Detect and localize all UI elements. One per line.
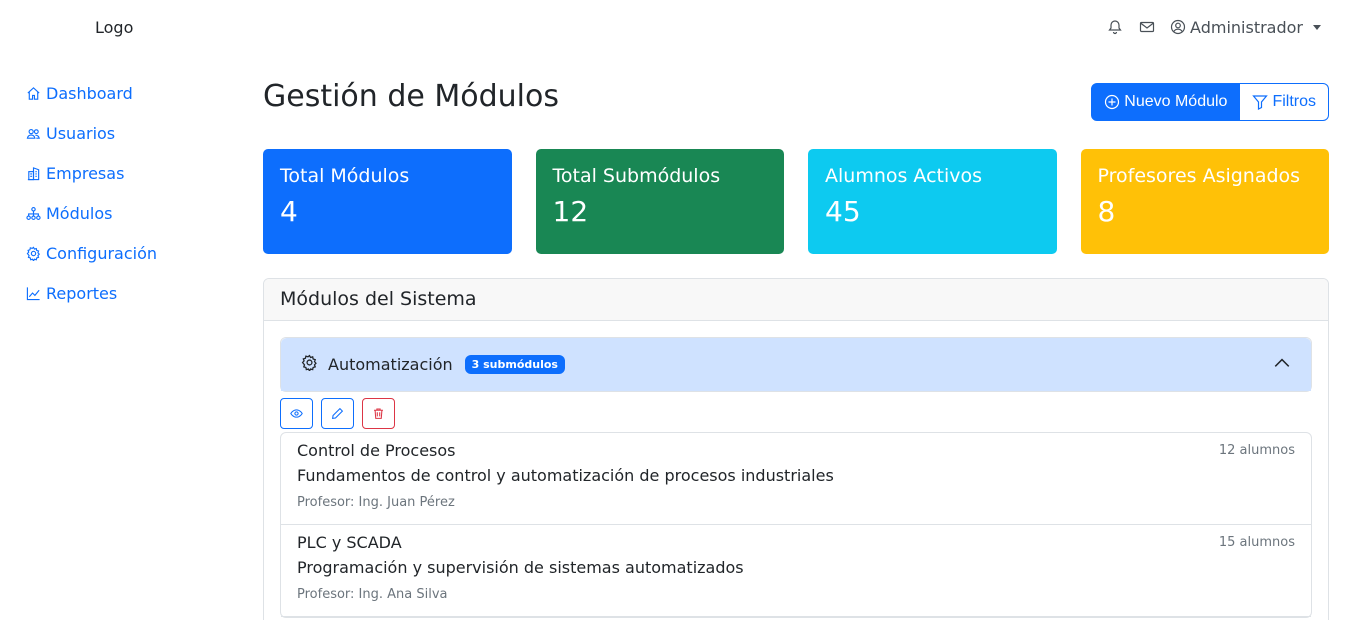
- trash-icon: [374, 408, 383, 419]
- new-module-button[interactable]: Nuevo Módulo: [1091, 83, 1241, 121]
- graph-icon: [26, 286, 40, 300]
- submodule-list: Control de Procesos Fundamentos de contr…: [280, 432, 1312, 618]
- funnel-icon: [1252, 95, 1269, 110]
- filters-button[interactable]: Filtros: [1240, 83, 1329, 121]
- building-icon: [27, 166, 40, 180]
- sidebar-item-dashboard[interactable]: Dashboard: [26, 73, 226, 113]
- stat-value: 4: [280, 195, 298, 228]
- sidebar-item-reportes[interactable]: Reportes: [26, 273, 226, 313]
- submodule-count-badge: 3 submódulos: [464, 355, 565, 374]
- stat-label: Total Submódulos: [552, 165, 721, 187]
- student-count: 12 alumnos: [1218, 443, 1295, 458]
- plus-circle-icon: [1105, 94, 1120, 110]
- user-circle-icon: [1170, 19, 1186, 35]
- sidebar-item-modulos[interactable]: Módulos: [26, 193, 226, 233]
- user-name: Administrador: [1190, 17, 1303, 37]
- view-button[interactable]: [280, 398, 313, 429]
- stats-row: Total Módulos 4 Total Submódulos 12 Alum…: [263, 149, 1329, 254]
- submodule-name: Control de Procesos: [297, 441, 456, 460]
- stat-card-alumnos-activos: Alumnos Activos 45: [808, 149, 1057, 254]
- eye-icon: [290, 409, 303, 418]
- stat-label: Profesores Asignados: [1097, 165, 1301, 187]
- module-actions: [280, 392, 1312, 432]
- logo: Logo: [95, 18, 134, 37]
- gear-icon: [26, 246, 40, 261]
- envelope-icon[interactable]: [1138, 18, 1156, 36]
- submodule-description: Programación y supervisión de sistemas a…: [297, 558, 744, 577]
- sidebar: Dashboard Usuarios Empresas Módulos Conf…: [26, 73, 226, 313]
- sidebar-item-configuracion[interactable]: Configuración: [26, 233, 226, 273]
- house-icon: [27, 86, 40, 100]
- gear-icon: [301, 354, 318, 375]
- modules-card: Módulos del Sistema Automatización 3 sub…: [263, 278, 1329, 620]
- stat-label: Alumnos Activos: [825, 165, 983, 187]
- list-item[interactable]: PLC y SCADA Programación y supervisión d…: [281, 525, 1311, 617]
- stat-card-profesores-asignados: Profesores Asignados 8: [1080, 149, 1329, 254]
- accordion-title: Automatización: [328, 355, 453, 374]
- pencil-icon: [332, 407, 344, 419]
- stat-value: 12: [552, 195, 589, 228]
- users-icon: [26, 128, 40, 139]
- sidebar-item-empresas[interactable]: Empresas: [26, 153, 226, 193]
- page-title: Gestión de Módulos: [263, 79, 559, 114]
- list-item[interactable]: Control de Procesos Fundamentos de contr…: [281, 433, 1311, 525]
- student-count: 15 alumnos: [1218, 535, 1295, 550]
- submodule-professor: Profesor: Ing. Ana Silva: [297, 587, 448, 602]
- accordion-header[interactable]: Automatización 3 submódulos: [281, 338, 1311, 391]
- card-title: Módulos del Sistema: [264, 279, 1328, 321]
- top-bar: Administrador: [1106, 16, 1321, 38]
- submodule-name: PLC y SCADA: [297, 533, 402, 552]
- bell-icon[interactable]: [1106, 18, 1124, 36]
- delete-button[interactable]: [362, 398, 395, 429]
- chevron-up-icon[interactable]: [1273, 354, 1291, 376]
- submodule-professor: Profesor: Ing. Juan Pérez: [297, 495, 455, 510]
- stat-label: Total Módulos: [280, 165, 410, 187]
- sidebar-item-usuarios[interactable]: Usuarios: [26, 113, 226, 153]
- stat-card-total-modulos: Total Módulos 4: [263, 149, 512, 254]
- stat-value: 45: [825, 195, 861, 228]
- header-actions: Nuevo Módulo Filtros: [1091, 83, 1329, 121]
- caret-down-icon: [1313, 24, 1321, 30]
- stat-card-total-submodulos: Total Submódulos 12: [535, 149, 784, 254]
- user-menu[interactable]: Administrador: [1170, 18, 1321, 37]
- stat-value: 8: [1097, 195, 1116, 228]
- edit-button[interactable]: [321, 398, 354, 429]
- submodule-description: Fundamentos de control y automatización …: [297, 466, 834, 485]
- diagram-icon: [26, 206, 41, 220]
- accordion-automatizacion: Automatización 3 submódulos: [280, 337, 1312, 392]
